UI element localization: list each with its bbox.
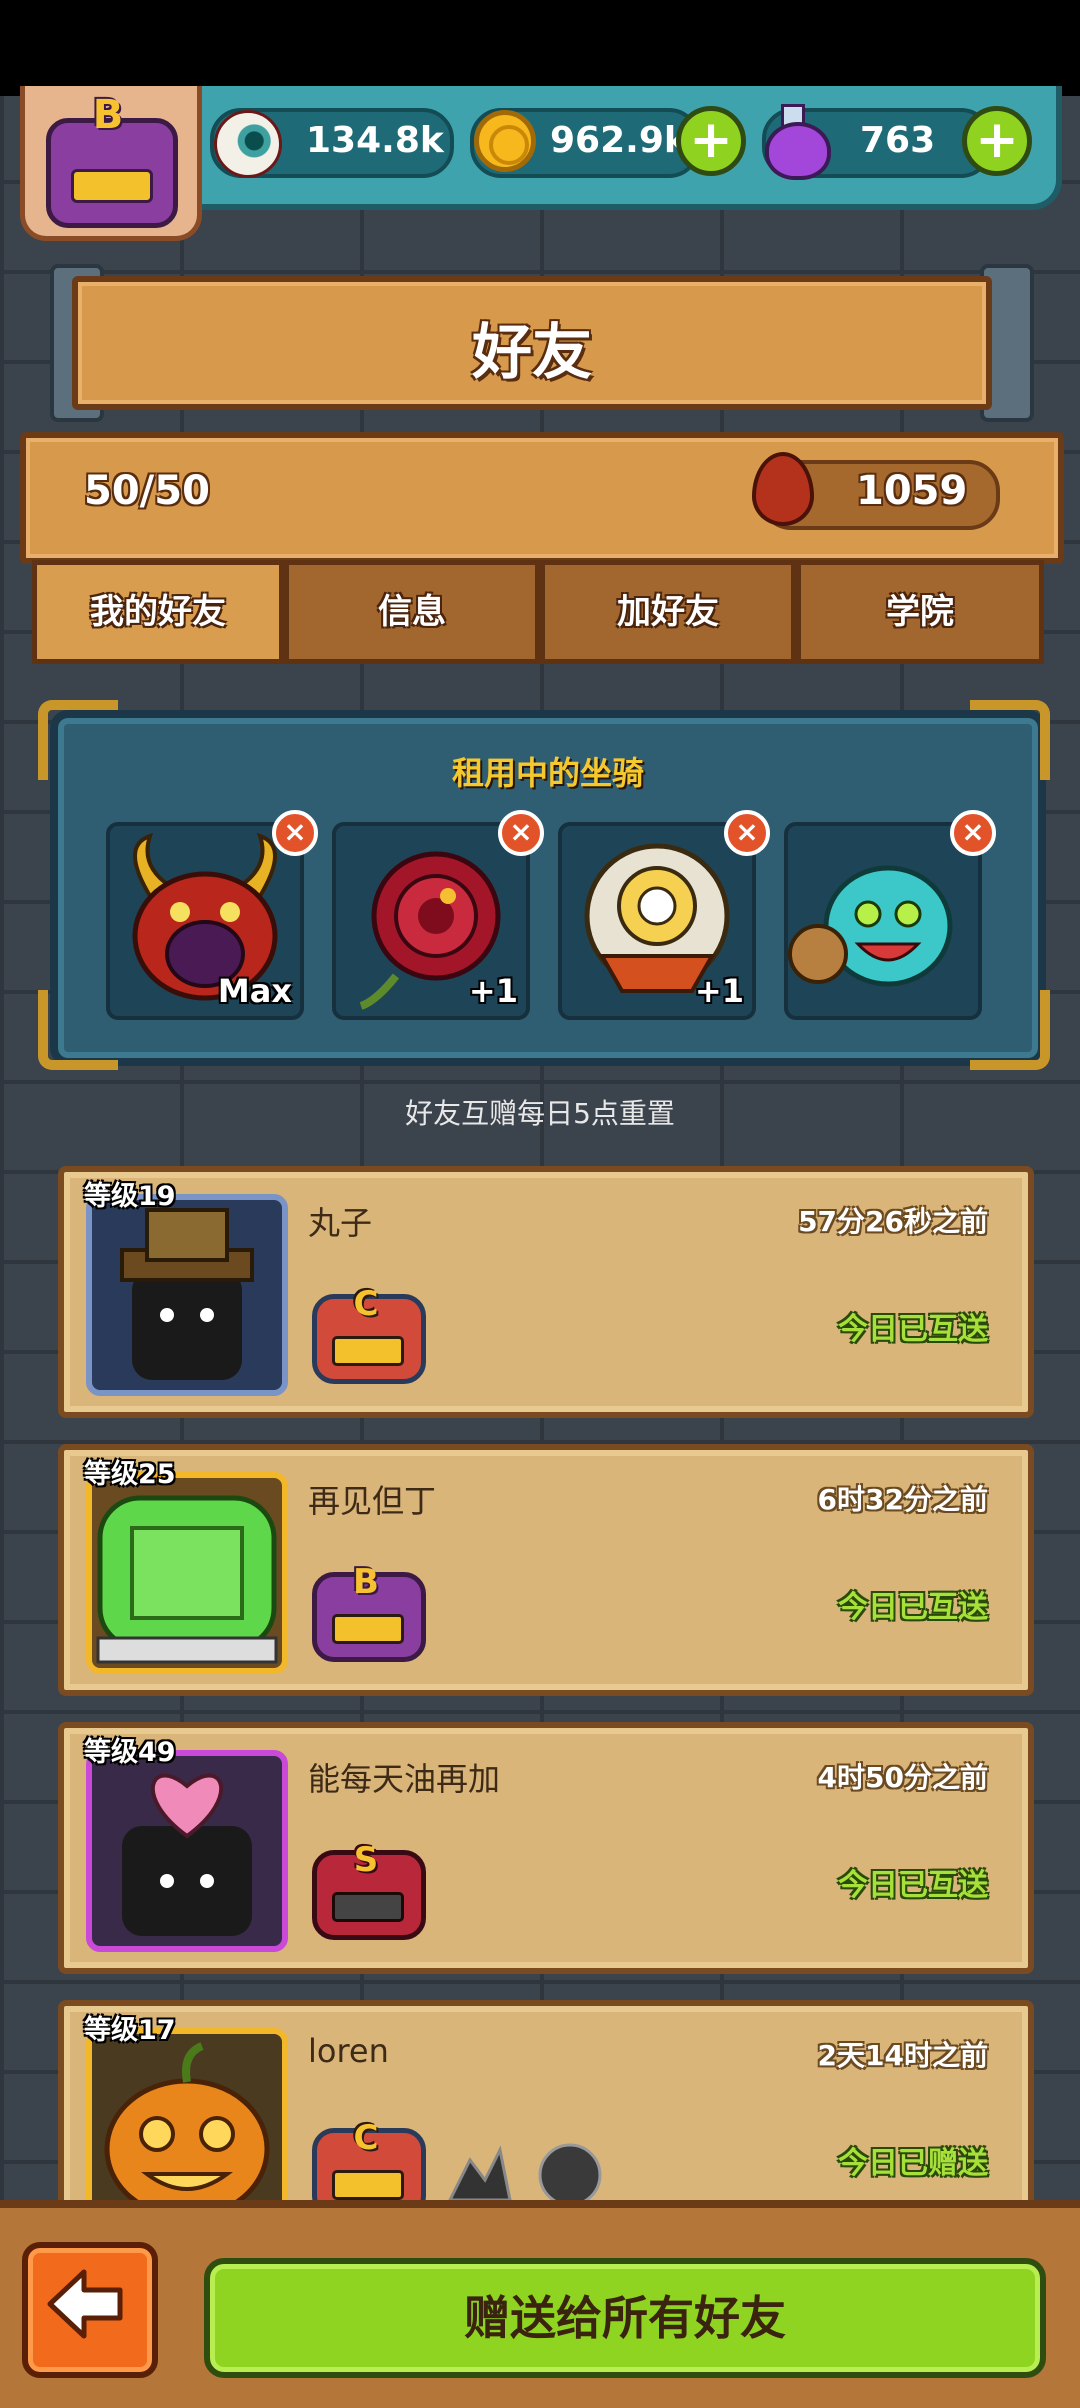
title-plank: 好友 (72, 276, 992, 410)
friend-mount-icons (447, 2143, 602, 2207)
mount-tag: +1 (694, 972, 744, 1010)
tab-add-friend[interactable]: 加好友 (540, 560, 796, 664)
hat-creature-avatar (120, 1208, 254, 1380)
friend-rank-letter: C (353, 2118, 379, 2158)
friend-card[interactable]: 等级25 再见但丁 6时32分之前 B 今日已互送 (58, 1444, 1034, 1696)
panel-corner (38, 700, 118, 780)
friend-rank-letter: C (353, 1284, 379, 1324)
page-title: 好友 (472, 318, 592, 388)
heart-creature-avatar (122, 1773, 252, 1936)
teal-fish-mount (788, 865, 953, 987)
panel-corner (970, 700, 1050, 780)
tab-messages[interactable]: 信息 (284, 560, 540, 664)
friend-level: 等级25 (84, 1459, 176, 1490)
rented-mounts-panel: 租用中的坐骑 Max × +1 × +1 × × (50, 710, 1046, 1066)
friend-rank-letter: B (353, 1562, 379, 1602)
remove-mount-button[interactable]: × (498, 810, 544, 856)
friend-name: 再见但丁 (308, 1482, 437, 1520)
friend-rank-medal: C (308, 1284, 426, 1384)
mount-slot-rose[interactable]: +1 (332, 822, 530, 1020)
friend-last-seen: 2天14时之前 (817, 2039, 988, 2072)
friend-avatar[interactable] (86, 1750, 288, 1952)
panel-corner (38, 990, 118, 1070)
green-slime-avatar (96, 1495, 278, 1664)
remove-mount-button[interactable]: × (950, 810, 996, 856)
friend-avatar[interactable] (86, 1472, 288, 1674)
friend-card[interactable]: 等级49 能每天油再加 4时50分之前 S 今日已互送 (58, 1722, 1034, 1974)
friend-rank-letter: S (353, 1840, 379, 1880)
blood-value: 1059 (856, 468, 968, 514)
send-to-all-friends-button[interactable]: 赠送给所有好友 (204, 2258, 1046, 2378)
friend-last-seen: 57分26秒之前 (798, 1205, 988, 1238)
friend-rank-medal: B (308, 1562, 426, 1662)
friend-last-seen: 6时32分之前 (817, 1483, 988, 1516)
eyeball-icon (214, 110, 282, 178)
friend-gift-status: 今日已互送 (838, 1312, 988, 1347)
add-potion-button[interactable]: + (962, 106, 1032, 176)
friend-name: 能每天油再加 (308, 1760, 501, 1798)
potion-icon (765, 122, 831, 180)
mount-slot-fish[interactable] (784, 822, 982, 1020)
panel-corner (970, 990, 1050, 1070)
remove-mount-button[interactable]: × (724, 810, 770, 856)
add-gold-button[interactable]: + (676, 106, 746, 176)
eyeball-value: 134.8k (306, 120, 444, 161)
mount-tag: +1 (468, 972, 518, 1010)
friend-name: loren (308, 2032, 389, 2070)
tab-my-friends[interactable]: 我的好友 (32, 560, 284, 664)
potion-value: 763 (860, 120, 936, 161)
friend-level: 等级49 (84, 1737, 176, 1768)
friend-level: 等级19 (84, 1181, 176, 1212)
friend-last-seen: 4时50分之前 (817, 1761, 988, 1794)
mount-slot-lion-dance[interactable]: +1 (558, 822, 756, 1020)
friend-rank-medal: S (308, 1840, 426, 1940)
gold-value: 962.9k (550, 120, 688, 161)
gold-coin-icon (474, 110, 536, 172)
friend-tabs: 我的好友 信息 加好友 学院 (32, 560, 1044, 664)
friend-level: 等级17 (84, 2015, 176, 2046)
mount-tag: Max (217, 972, 292, 1010)
gift-reset-note: 好友互赠每日5点重置 (405, 1097, 675, 1130)
friend-gift-status: 今日已赠送 (838, 2146, 988, 2181)
friend-name: 丸子 (308, 1204, 373, 1242)
back-button[interactable] (22, 2242, 158, 2378)
mount-slot-demon[interactable]: Max (106, 822, 304, 1020)
friend-gift-status: 今日已互送 (838, 1590, 988, 1625)
friend-count: 50/50 (84, 468, 210, 514)
friend-card[interactable]: 等级19 丸子 57分26秒之前 C 今日已互送 (58, 1166, 1034, 1418)
rented-mounts-title: 租用中的坐骑 (451, 754, 644, 792)
tab-academy[interactable]: 学院 (796, 560, 1044, 664)
back-arrow-icon (47, 2269, 123, 2339)
status-bar (0, 0, 1080, 96)
player-rank-letter: B (92, 92, 124, 138)
pumpkin-avatar (104, 2042, 270, 2220)
remove-mount-button[interactable]: × (272, 810, 318, 856)
friend-avatar[interactable] (86, 1194, 288, 1396)
friend-gift-status: 今日已互送 (838, 1868, 988, 1903)
